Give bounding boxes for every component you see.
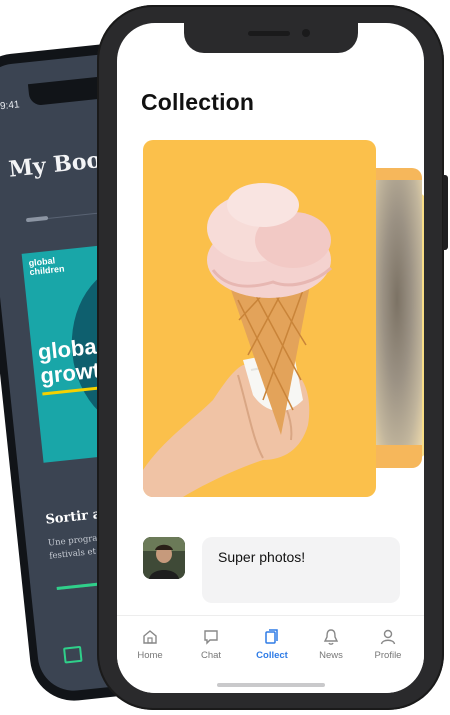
comment-bubble: Super photos! <box>202 537 400 603</box>
page-title: Collection <box>141 89 255 115</box>
plant-photo <box>372 180 422 445</box>
chat-icon <box>204 630 218 645</box>
home-indicator[interactable] <box>217 683 325 687</box>
collect-icon <box>265 629 278 644</box>
tab-home[interactable]: Home <box>122 628 178 661</box>
speaker <box>248 31 290 36</box>
bell-icon <box>323 629 339 645</box>
tab-chat-label: Chat <box>200 650 222 661</box>
comment-text: Super photos! <box>218 549 306 565</box>
tab-collect[interactable]: Collect <box>244 628 300 661</box>
tab-news[interactable]: News <box>303 628 359 661</box>
tab-news-label: News <box>319 650 343 661</box>
ice-cream-photo <box>143 183 333 497</box>
tab-profile[interactable]: Profile <box>360 628 416 661</box>
phone-screen: Collection Super photos! Home Chat Colle… <box>117 23 424 693</box>
page-indicator <box>25 215 49 223</box>
library-icon[interactable] <box>63 645 83 664</box>
tab-profile-label: Profile <box>374 650 402 661</box>
notch <box>184 23 358 53</box>
reading-progress-fill <box>56 582 99 591</box>
avatar[interactable] <box>143 537 185 579</box>
home-icon <box>143 630 157 644</box>
avatar-photo <box>143 537 185 579</box>
tab-home-label: Home <box>137 650 163 661</box>
camera <box>302 29 310 37</box>
photo-card-ice-cream[interactable] <box>143 140 376 497</box>
phone-frame: Collection Super photos! Home Chat Colle… <box>97 5 448 710</box>
status-time: 9:41 <box>0 99 21 113</box>
tab-bar: Home Chat Collect News Profile <box>117 615 424 693</box>
tab-collect-label: Collect <box>256 650 288 661</box>
side-button <box>443 175 448 250</box>
tab-chat[interactable]: Chat <box>183 628 239 661</box>
cover-tag: global children <box>28 255 65 278</box>
profile-icon <box>380 629 396 645</box>
